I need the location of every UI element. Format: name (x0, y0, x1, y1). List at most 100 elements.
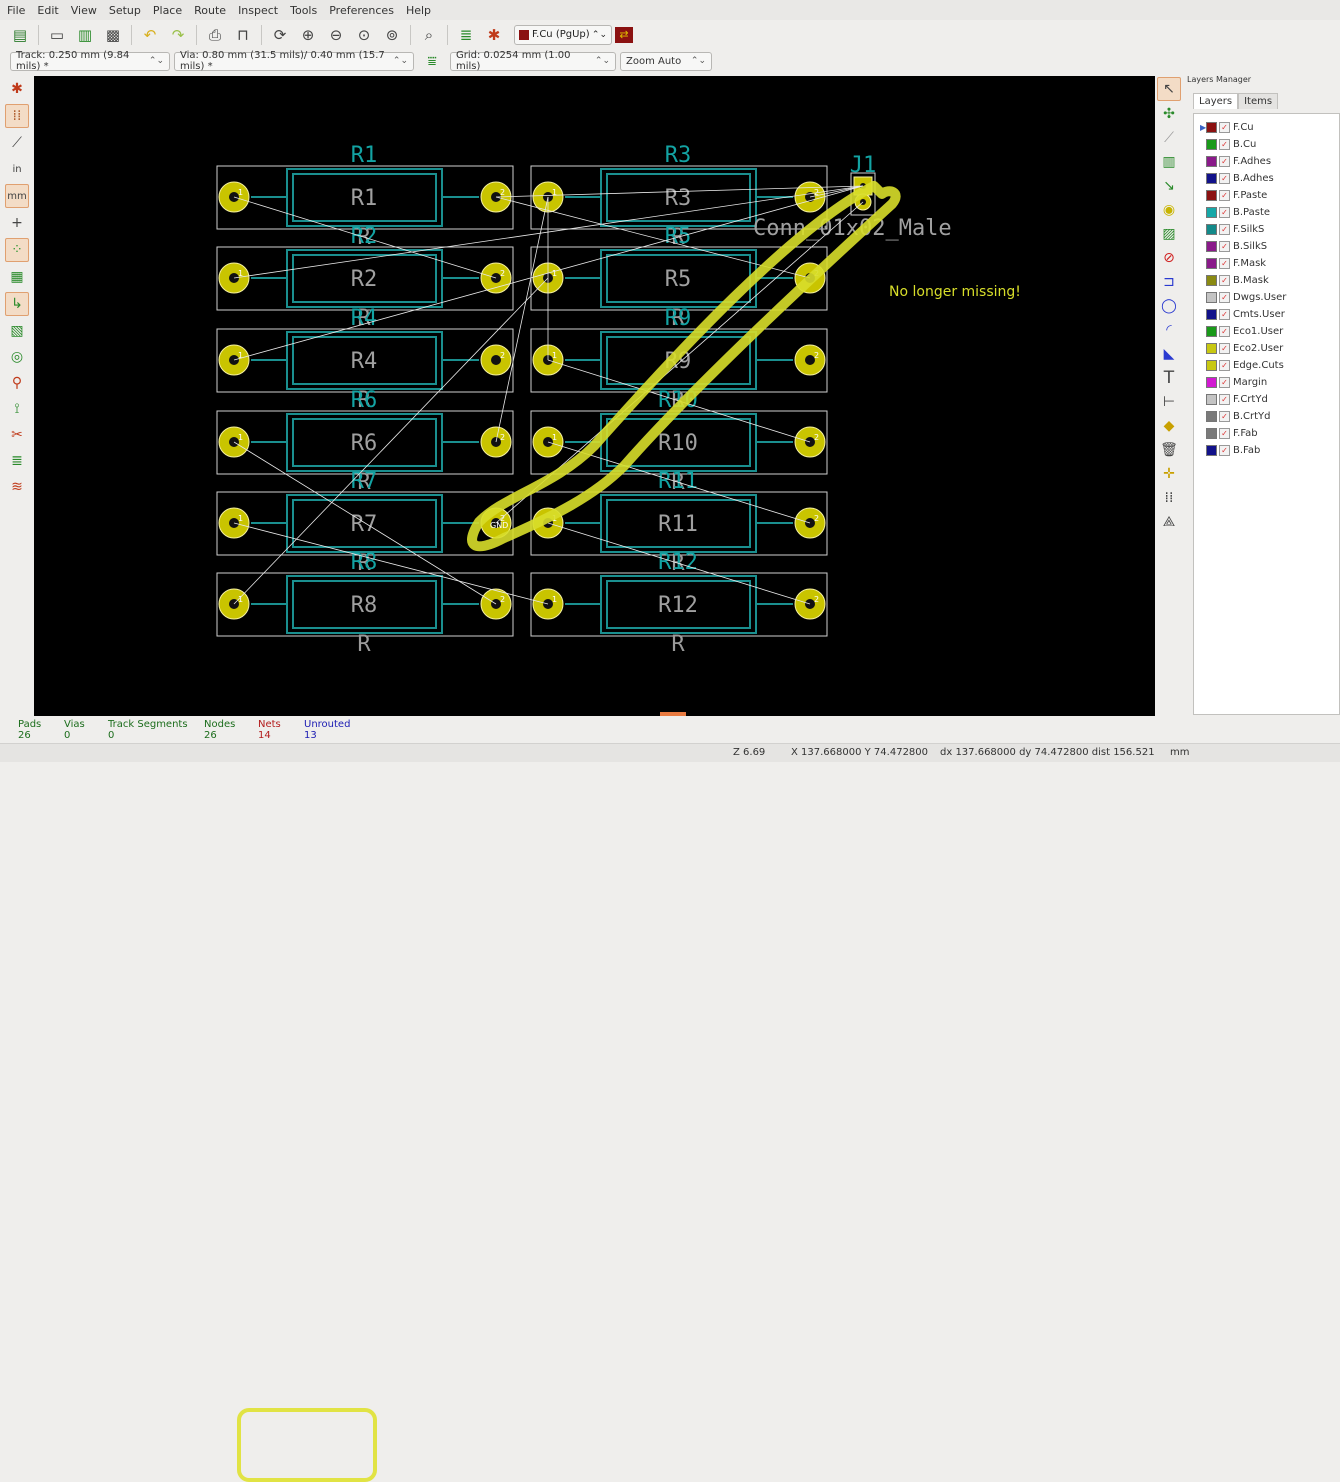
layer-color-swatch[interactable] (1206, 411, 1217, 422)
zoom-selection-icon[interactable]: ⊚ (381, 24, 403, 46)
microwave-toolbar-icon[interactable]: ≋ (6, 476, 28, 498)
delete-icon[interactable]: 🗑 (1158, 439, 1180, 461)
layer-row[interactable]: ✓ Eco1.User (1194, 323, 1339, 340)
layer-visibility-checkbox[interactable]: ✓ (1219, 377, 1230, 388)
zoom-in-icon[interactable]: ⊕ (297, 24, 319, 46)
layer-color-swatch[interactable] (1206, 122, 1217, 133)
layer-visibility-checkbox[interactable]: ✓ (1219, 411, 1230, 422)
menu-view[interactable]: View (64, 4, 102, 17)
layer-color-swatch[interactable] (1206, 241, 1217, 252)
local-ratsnest-tool-icon[interactable]: ⟋ (1158, 127, 1180, 149)
layer-row[interactable]: ✓ Margin (1194, 374, 1339, 391)
add-circle-icon[interactable]: ◯ (1158, 295, 1180, 317)
layer-row[interactable]: ✓ F.CrtYd (1194, 391, 1339, 408)
layer-color-swatch[interactable] (1206, 173, 1217, 184)
layer-row[interactable]: ✓ F.Fab (1194, 425, 1339, 442)
layer-row[interactable]: ✓ B.Adhes (1194, 170, 1339, 187)
select-arrow-icon[interactable]: ↖ (1157, 77, 1181, 101)
add-footprint-icon[interactable]: ▥ (1158, 151, 1180, 173)
layer-visibility-checkbox[interactable]: ✓ (1219, 207, 1230, 218)
footprint-browser-icon[interactable]: ▩ (102, 24, 124, 46)
add-target-icon[interactable]: ◆ (1158, 415, 1180, 437)
layer-visibility-checkbox[interactable]: ✓ (1219, 173, 1230, 184)
menu-place[interactable]: Place (146, 4, 187, 17)
pcb-canvas[interactable]: 12R1R1R12R3R3R12R2R2R12R5R5R12R4R4R12R9R… (34, 76, 1155, 716)
layer-visibility-checkbox[interactable]: ✓ (1219, 292, 1230, 303)
zoom-select[interactable]: Zoom Auto ⌃⌄ (620, 51, 712, 71)
layer-color-swatch[interactable] (1206, 224, 1217, 235)
layer-color-swatch[interactable] (1206, 309, 1217, 320)
layer-row[interactable]: ✓ F.Paste (1194, 187, 1339, 204)
layer-color-swatch[interactable] (1206, 394, 1217, 405)
grid-select[interactable]: Grid: 0.0254 mm (1.00 mils) ⌃⌄ (450, 50, 616, 72)
menu-setup[interactable]: Setup (102, 4, 146, 17)
menu-inspect[interactable]: Inspect (231, 4, 283, 17)
layer-visibility-checkbox[interactable]: ✓ (1219, 190, 1230, 201)
menu-preferences[interactable]: Preferences (322, 4, 399, 17)
layer-color-swatch[interactable] (1206, 377, 1217, 388)
layer-visibility-checkbox[interactable]: ✓ (1219, 445, 1230, 456)
layer-color-swatch[interactable] (1206, 156, 1217, 167)
layer-color-swatch[interactable] (1206, 207, 1217, 218)
layer-color-swatch[interactable] (1206, 258, 1217, 269)
polar-coords-icon[interactable]: ⟋ (6, 132, 28, 154)
layer-color-swatch[interactable] (1206, 360, 1217, 371)
drc-icon[interactable]: ✱ (483, 24, 505, 46)
measure-icon[interactable]: ⟁ (1158, 511, 1180, 533)
layer-visibility-checkbox[interactable]: ✓ (1219, 122, 1230, 133)
add-text-icon[interactable]: T (1158, 367, 1180, 389)
menu-file[interactable]: File (0, 4, 30, 17)
layer-visibility-checkbox[interactable]: ✓ (1219, 224, 1230, 235)
add-line-icon[interactable]: ⊐ (1158, 271, 1180, 293)
add-polygon-icon[interactable]: ◣ (1158, 343, 1180, 365)
layer-row[interactable]: ✓ B.CrtYd (1194, 408, 1339, 425)
layer-visibility-checkbox[interactable]: ✓ (1219, 428, 1230, 439)
track-via-size-icon[interactable]: ⩸ (421, 50, 443, 72)
layer-row[interactable]: ✓ B.Paste (1194, 204, 1339, 221)
inch-units-icon[interactable]: in (6, 158, 28, 180)
layer-row[interactable]: ✓ B.SilkS (1194, 238, 1339, 255)
tab-items[interactable]: Items (1238, 93, 1279, 109)
undo-icon[interactable]: ↶ (139, 24, 161, 46)
route-track-icon[interactable]: ↘ (1158, 175, 1180, 197)
add-dimension-icon[interactable]: ⊢ (1158, 391, 1180, 413)
layer-color-swatch[interactable] (1206, 275, 1217, 286)
layer-visibility-checkbox[interactable]: ✓ (1219, 156, 1230, 167)
layer-visibility-checkbox[interactable]: ✓ (1219, 343, 1230, 354)
layer-color-swatch[interactable] (1206, 190, 1217, 201)
ratsnest-icon[interactable]: ⁘ (5, 238, 29, 262)
footprint-editor-icon[interactable]: ▥ (74, 24, 96, 46)
layer-color-swatch[interactable] (1206, 326, 1217, 337)
grid-origin-icon[interactable]: ✛ (1158, 463, 1180, 485)
layer-row[interactable]: ▶ ✓ F.Cu (1194, 119, 1339, 136)
menu-route[interactable]: Route (187, 4, 231, 17)
layer-row[interactable]: ✓ Cmts.User (1194, 306, 1339, 323)
redo-icon[interactable]: ↷ (167, 24, 189, 46)
board-view[interactable]: 12R1R1R12R3R3R12R2R2R12R5R5R12R4R4R12R9R… (34, 76, 1155, 716)
layer-row[interactable]: ✓ F.Adhes (1194, 153, 1339, 170)
layer-row[interactable]: ✓ Eco2.User (1194, 340, 1339, 357)
layer-row[interactable]: ✓ B.Mask (1194, 272, 1339, 289)
drc-marker-icon[interactable]: ✱ (6, 78, 28, 100)
layer-pair-icon[interactable]: ⇄ (615, 26, 633, 43)
layer-visibility-checkbox[interactable]: ✓ (1219, 275, 1230, 286)
local-ratsnest-icon[interactable]: ▦ (6, 266, 28, 288)
via-size-select[interactable]: Via: 0.80 mm (31.5 mils)/ 0.40 mm (15.7 … (174, 50, 414, 72)
layer-visibility-checkbox[interactable]: ✓ (1219, 326, 1230, 337)
layer-row[interactable]: ✓ F.Mask (1194, 255, 1339, 272)
track-width-select[interactable]: Track: 0.250 mm (9.84 mils) * ⌃⌄ (10, 50, 170, 72)
show-zones-icon[interactable]: ▧ (6, 320, 28, 342)
zoom-fit-icon[interactable]: ⊙ (353, 24, 375, 46)
layer-visibility-checkbox[interactable]: ✓ (1219, 258, 1230, 269)
redraw-icon[interactable]: ⟳ (269, 24, 291, 46)
menu-tools[interactable]: Tools (283, 4, 322, 17)
mm-units-icon[interactable]: mm (5, 184, 29, 208)
layer-row[interactable]: ✓ Edge.Cuts (1194, 357, 1339, 374)
grid-toggle-icon[interactable]: ⁞⁞ (5, 104, 29, 128)
layers-manager-icon[interactable]: ≣ (6, 450, 28, 472)
layer-visibility-checkbox[interactable]: ✓ (1219, 309, 1230, 320)
pad-sketch-icon[interactable]: ◎ (6, 346, 28, 368)
layer-select[interactable]: F.Cu (PgUp) ⌃⌄ (514, 24, 612, 45)
plot-icon[interactable]: ⊓ (232, 24, 254, 46)
print-icon[interactable]: ⎙ (204, 24, 226, 46)
